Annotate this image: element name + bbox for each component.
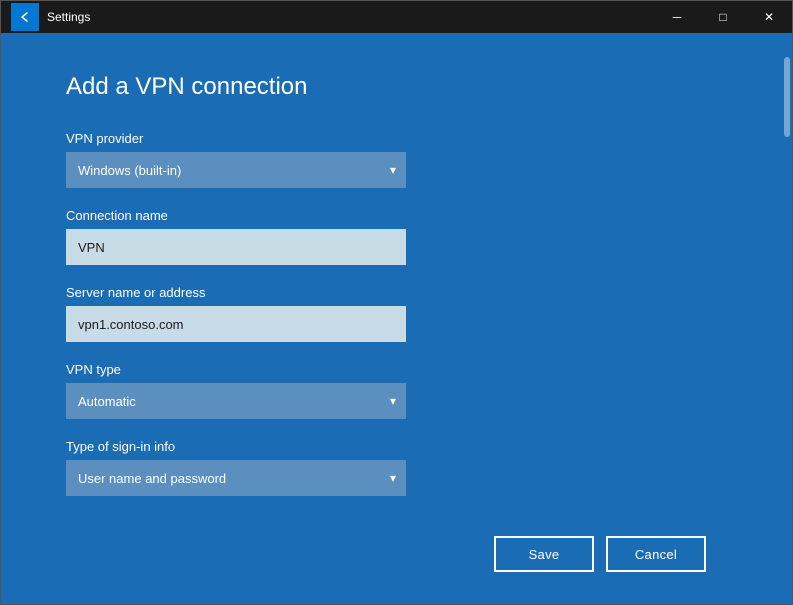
connection-name-label: Connection name [66, 208, 726, 223]
vpn-type-group: VPN type Automatic PPTP L2TP/IPsec SSTP … [66, 362, 726, 419]
close-button[interactable]: ✕ [746, 1, 792, 33]
sign-in-info-group: Type of sign-in info User name and passw… [66, 439, 726, 496]
connection-name-input[interactable] [66, 229, 406, 265]
vpn-provider-group: VPN provider Windows (built-in) Other ▾ [66, 131, 726, 188]
back-icon [19, 11, 31, 23]
vpn-provider-label: VPN provider [66, 131, 726, 146]
vpn-type-select-wrapper: Automatic PPTP L2TP/IPsec SSTP IKEv2 ▾ [66, 383, 406, 419]
window: Settings ─ □ ✕ Add a VPN connection VPN … [0, 0, 793, 605]
cancel-button[interactable]: Cancel [606, 536, 706, 572]
content-area: Add a VPN connection VPN provider Window… [1, 33, 792, 604]
scrollbar-area [776, 33, 792, 604]
minimize-button[interactable]: ─ [654, 1, 700, 33]
maximize-button[interactable]: □ [700, 1, 746, 33]
sign-in-info-select-wrapper: User name and password Smart card One-ti… [66, 460, 406, 496]
server-name-input[interactable] [66, 306, 406, 342]
sign-in-info-label: Type of sign-in info [66, 439, 726, 454]
button-row: Save Cancel [66, 516, 726, 592]
vpn-provider-select[interactable]: Windows (built-in) Other [66, 152, 406, 188]
sign-in-info-select[interactable]: User name and password Smart card One-ti… [66, 460, 406, 496]
vpn-provider-select-wrapper: Windows (built-in) Other ▾ [66, 152, 406, 188]
vpn-type-label: VPN type [66, 362, 726, 377]
titlebar: Settings ─ □ ✕ [1, 1, 792, 33]
window-controls: ─ □ ✕ [654, 1, 792, 33]
server-name-label: Server name or address [66, 285, 726, 300]
vpn-type-select[interactable]: Automatic PPTP L2TP/IPsec SSTP IKEv2 [66, 383, 406, 419]
server-name-group: Server name or address [66, 285, 726, 342]
main-panel: Add a VPN connection VPN provider Window… [1, 33, 776, 604]
save-button[interactable]: Save [494, 536, 594, 572]
connection-name-group: Connection name [66, 208, 726, 265]
window-title: Settings [47, 10, 654, 24]
page-title: Add a VPN connection [66, 73, 726, 101]
back-button[interactable] [11, 3, 39, 31]
scrollbar-thumb[interactable] [784, 57, 790, 137]
